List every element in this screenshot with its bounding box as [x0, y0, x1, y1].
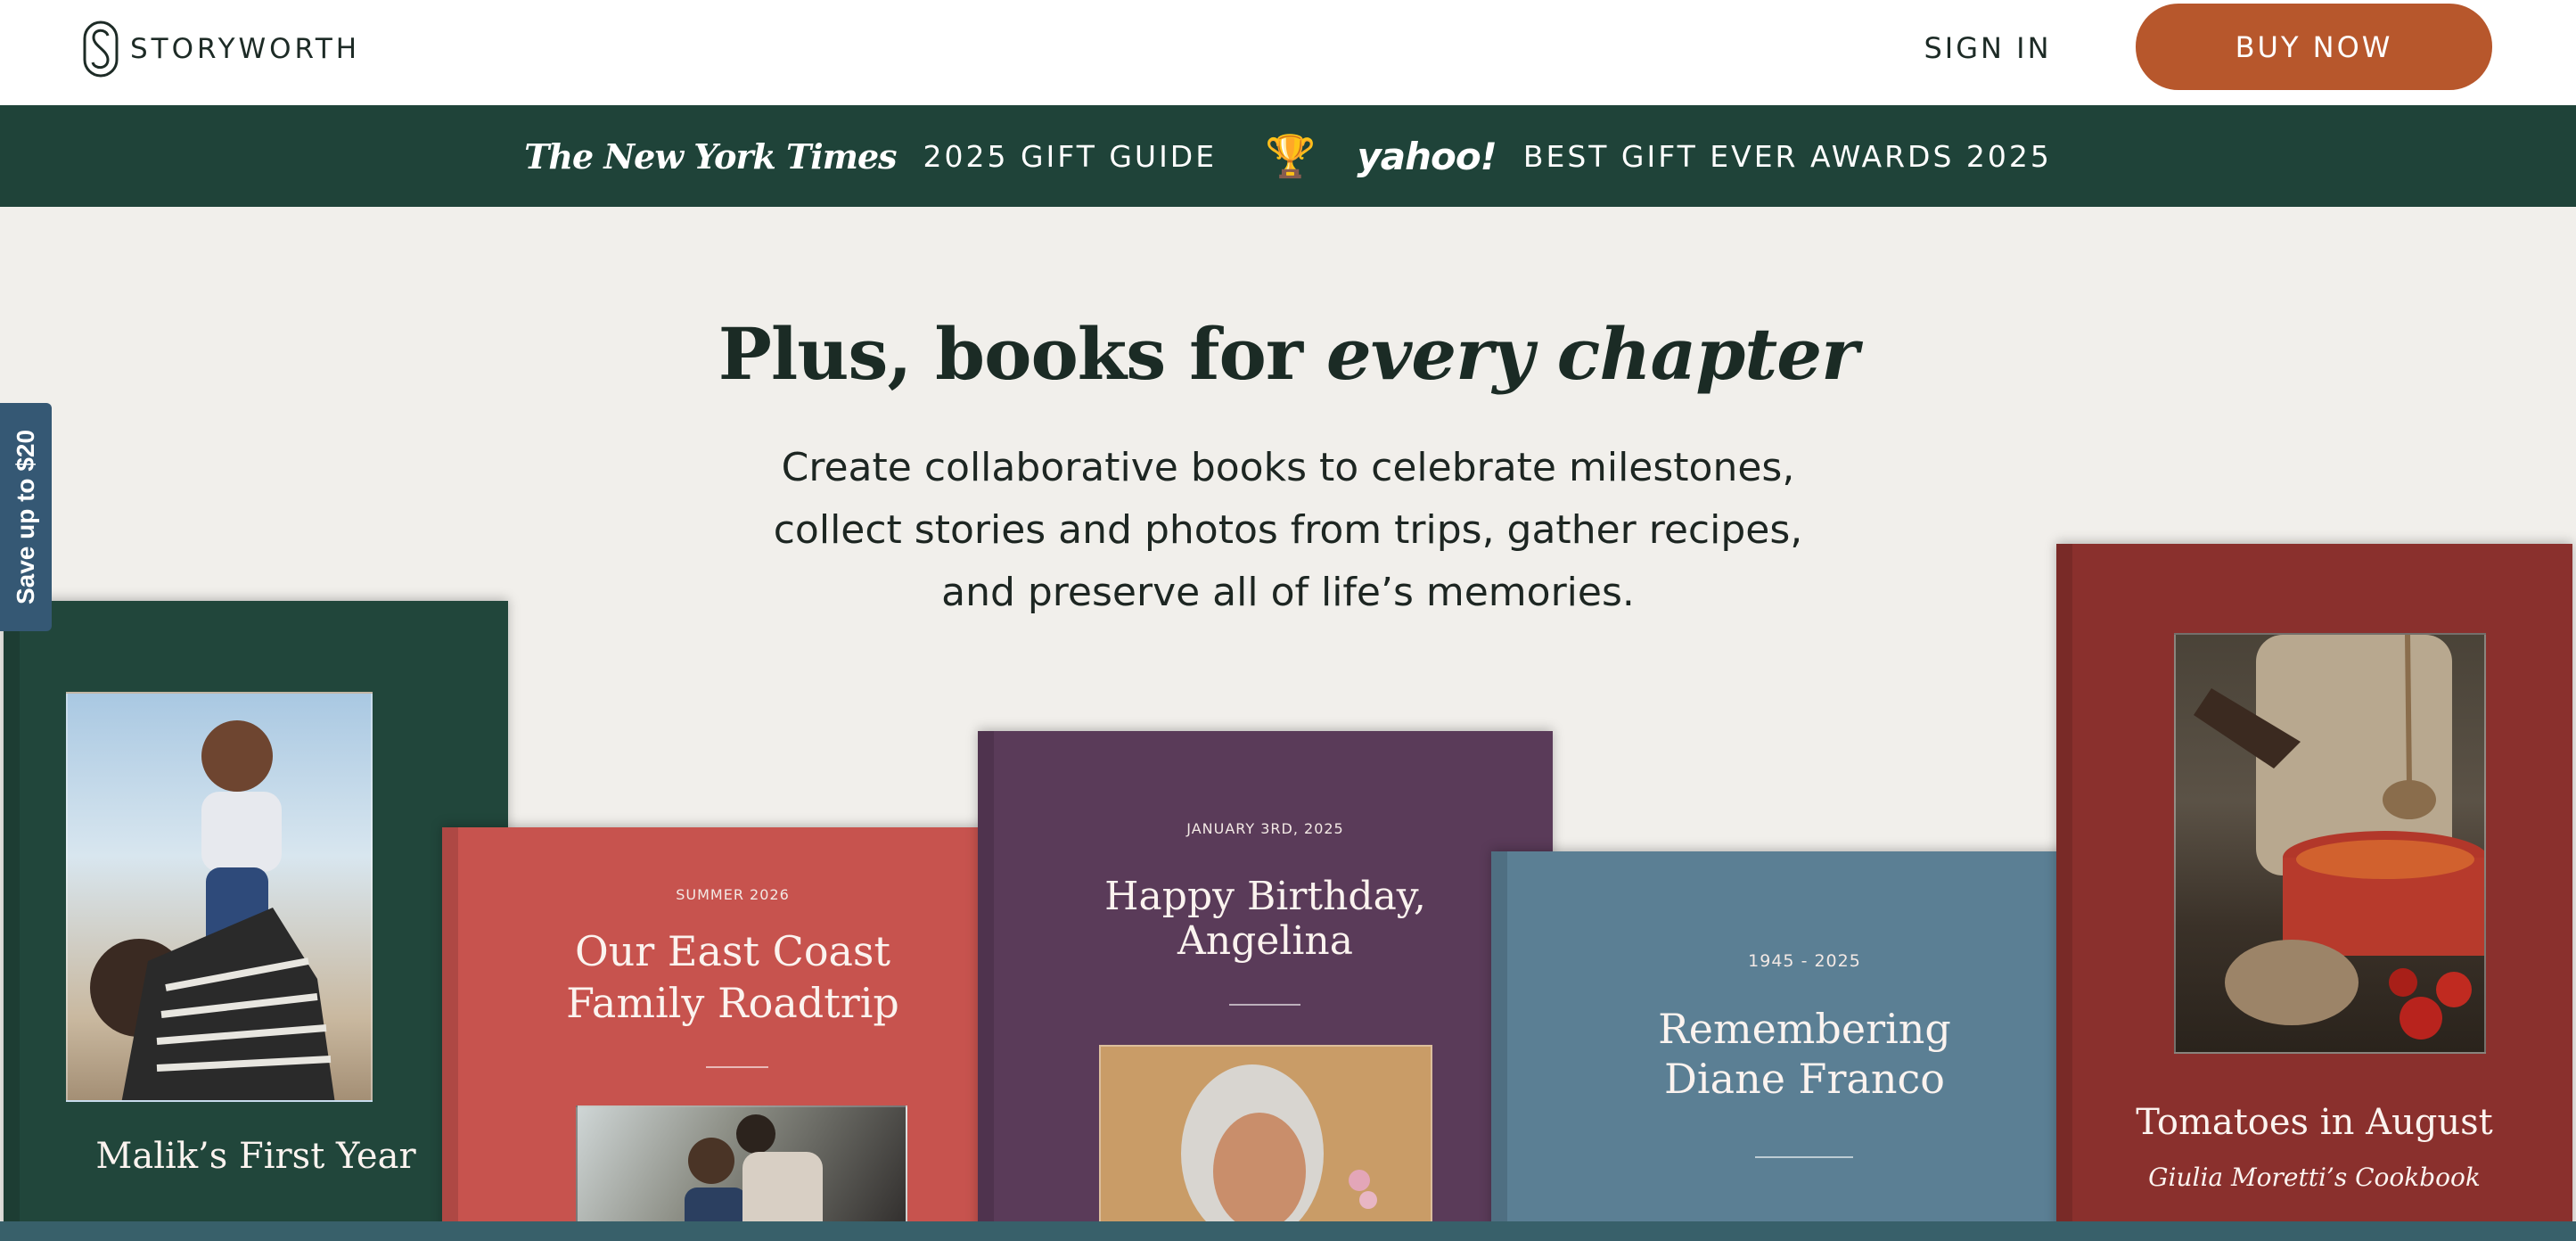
title-divider	[706, 1066, 768, 1068]
book-tomatoes-in-august[interactable]: Tomatoes in August Giulia Moretti’s Cook…	[2056, 544, 2572, 1241]
save-offer-label: Save up to $20	[12, 429, 39, 605]
storyworth-logo[interactable]: STORYWORTH	[82, 20, 360, 78]
nyt-logo: The New York Times	[524, 136, 897, 177]
hero-subcopy: Create collaborative books to celebrate …	[773, 445, 1803, 615]
buy-now-button[interactable]: BUY NOW	[2136, 4, 2492, 90]
title-divider	[1229, 1004, 1300, 1006]
headline-regular: Plus, books for	[718, 312, 1326, 396]
cooking-photo	[2174, 633, 2486, 1054]
book-east-coast-roadtrip[interactable]: SUMMER 2026 Our East Coast Family Roadtr…	[442, 827, 1023, 1241]
sign-in-link[interactable]: SIGN IN	[1899, 21, 2077, 75]
baby-illustration	[90, 720, 335, 1100]
book-title-line1: Our East Coast	[574, 927, 891, 975]
portrait-photo	[1099, 1045, 1432, 1241]
cooking-illustration	[2194, 635, 2484, 1040]
logo-wordmark: STORYWORTH	[130, 33, 361, 65]
baby-photo	[66, 692, 373, 1102]
bottom-strip	[0, 1221, 2576, 1241]
yahoo-award-text: BEST GIFT EVER AWARDS 2025	[1522, 138, 2052, 174]
book-title-line2: Family Roadtrip	[566, 979, 899, 1027]
book-remembering-diane-franco[interactable]: 1945 - 2025 Remembering Diane Franco	[1491, 851, 2118, 1241]
storyworth-logo-icon	[83, 21, 119, 78]
trophy-icon: 🏆	[1265, 132, 1317, 179]
title-divider	[1755, 1156, 1853, 1158]
book-title: Tomatoes in August	[2136, 1102, 2493, 1143]
headline-italic: every chapter	[1325, 312, 1858, 396]
nyt-award-text: 2025 GIFT GUIDE	[923, 138, 1218, 174]
awards-bar: The New York Times 2025 GIFT GUIDE 🏆 yah…	[0, 105, 2576, 207]
book-title: Malik’s First Year	[95, 1136, 416, 1177]
page-headline: Plus, books for every chapter	[0, 312, 2576, 396]
book-date: SUMMER 2026	[676, 886, 790, 903]
book-subtitle: Giulia Moretti’s Cookbook	[2148, 1163, 2481, 1192]
site-header: STORYWORTH SIGN IN BUY NOW	[0, 0, 2576, 105]
book-happy-birthday-angelina[interactable]: JANUARY 3RD, 2025 Happy Birthday, Angeli…	[978, 731, 1553, 1241]
portrait-illustration	[1181, 1064, 1377, 1241]
book-title-line2: Angelina	[1177, 918, 1354, 964]
book-title-line2: Diane Franco	[1664, 1055, 1945, 1103]
book-date: JANUARY 3RD, 2025	[1186, 820, 1344, 837]
book-title-line1: Happy Birthday,	[1104, 874, 1426, 919]
book-title-line1: Remembering	[1658, 1005, 1951, 1053]
save-offer-tab[interactable]: Save up to $20	[0, 403, 52, 631]
book-years: 1945 - 2025	[1748, 951, 1861, 971]
yahoo-logo: yahoo!	[1357, 134, 1497, 178]
book-maliks-first-year[interactable]: Malik’s First Year	[4, 601, 508, 1241]
